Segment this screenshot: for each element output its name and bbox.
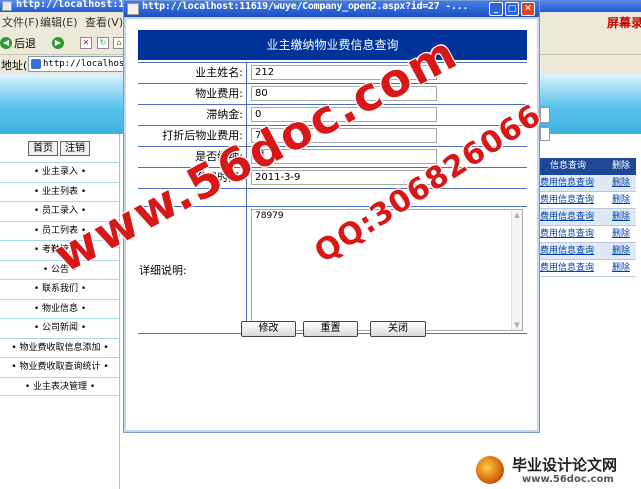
stop-icon[interactable]: ✕ — [80, 37, 92, 49]
edit-button[interactable]: 修改 — [241, 321, 296, 337]
site-nav: 首页 注销 • 业主录入 • • 业主列表 • • 员工录入 • • 员工列表 … — [0, 134, 120, 489]
popup-content: 业主缴纳物业费信息查询 业主姓名: 212 物业费用: 80 滞纳金: 0 打折… — [126, 19, 537, 430]
nav-item-contact[interactable]: • 联系我们 • — [0, 279, 120, 299]
nav-item-notice[interactable]: • 公告 • — [0, 259, 120, 280]
paid-field[interactable]: 是 — [251, 149, 437, 164]
form-row-pay-date: 缴费时间: 2011-3-9 — [138, 167, 527, 188]
bg-input-box — [540, 107, 550, 123]
page-icon — [31, 59, 41, 69]
browser-title: http://localhost:11 — [16, 0, 131, 10]
form-row-property-fee: 物业费用: 80 — [138, 83, 527, 104]
delete-link[interactable]: 删除 — [612, 260, 630, 277]
query-link[interactable]: 费用信息查询 — [540, 226, 606, 243]
minimize-icon[interactable]: _ — [489, 2, 503, 16]
query-link[interactable]: 费用信息查询 — [540, 192, 606, 209]
query-link[interactable]: 费用信息查询 — [540, 175, 606, 192]
nav-item-staff-list[interactable]: • 员工列表 • — [0, 220, 120, 241]
form-row-spacer — [138, 188, 527, 207]
form-row-discounted-fee: 打折后物业费用: 70 — [138, 125, 527, 146]
delete-link[interactable]: 删除 — [612, 175, 630, 192]
menu-view[interactable]: 查看(V) — [85, 14, 123, 30]
nav-item-owner-list[interactable]: • 业主列表 • — [0, 181, 120, 202]
delete-link[interactable]: 删除 — [612, 209, 630, 226]
discounted-fee-label: 打折后物业费用: — [138, 126, 247, 146]
nav-item-staff-entry[interactable]: • 员工录入 • — [0, 201, 120, 221]
menu-edit[interactable]: 编辑(E) — [40, 14, 78, 30]
form-row-owner-name: 业主姓名: 212 — [138, 62, 527, 83]
scroll-down-icon[interactable]: ▼ — [512, 320, 522, 330]
logo-watermark: 毕业设计论文网 www.56doc.com — [472, 452, 638, 488]
form-row-late-fee: 滞纳金: 0 — [138, 104, 527, 125]
menu-file[interactable]: 文件(F) — [2, 14, 39, 30]
logout-button[interactable]: 注销 — [60, 141, 90, 156]
delete-link[interactable]: 删除 — [612, 192, 630, 209]
back-label: 后退 — [14, 37, 36, 50]
bg-table-header: 删除 — [610, 158, 636, 175]
delete-link[interactable]: 删除 — [612, 226, 630, 243]
logo-url: www.56doc.com — [522, 474, 614, 485]
form-title: 业主缴纳物业费信息查询 — [138, 30, 527, 60]
detail-textarea[interactable]: 78979 ▲ ▼ — [251, 209, 523, 331]
bg-table-header: 信息查询 — [540, 158, 610, 175]
query-link[interactable]: 费用信息查询 — [540, 260, 606, 277]
form-row-detail: 详细说明: 78979 ▲ ▼ — [138, 206, 527, 334]
nav-item-fee-add[interactable]: • 物业费收取信息添加 • — [0, 337, 120, 358]
form-row-paid: 是否缴纳: 是 — [138, 146, 527, 167]
ie-icon — [2, 1, 12, 11]
nav-item-company-news[interactable]: • 公司新闻 • — [0, 318, 120, 338]
logo-icon — [476, 456, 504, 484]
popup-title: http://localhost:11619/wuye/Company_open… — [142, 1, 469, 12]
logo-text: 毕业设计论文网 — [512, 456, 618, 474]
detail-label: 详细说明: — [138, 207, 247, 334]
close-button[interactable]: 关闭 — [370, 321, 426, 337]
popup-window: http://localhost:11619/wuye/Company_open… — [123, 0, 540, 433]
nav-item-property-info[interactable]: • 物业信息 • — [0, 298, 120, 319]
property-fee-label: 物业费用: — [138, 84, 247, 104]
spacer-label — [138, 189, 247, 207]
late-fee-field[interactable]: 0 — [251, 107, 437, 122]
query-link[interactable]: 费用信息查询 — [540, 209, 606, 226]
nav-item-attendance[interactable]: • 考勤管理 • — [0, 240, 120, 260]
back-arrow-icon: ◀ — [0, 37, 12, 49]
forward-arrow-icon[interactable]: ▶ — [52, 37, 64, 49]
close-icon[interactable]: ✕ — [521, 2, 535, 16]
owner-name-field[interactable]: 212 — [251, 65, 437, 80]
paid-label: 是否缴纳: — [138, 147, 247, 167]
pay-date-label: 缴费时间: — [138, 168, 247, 188]
maximize-icon[interactable]: □ — [505, 2, 519, 16]
scroll-up-icon[interactable]: ▲ — [512, 210, 522, 220]
query-link[interactable]: 费用信息查询 — [540, 243, 606, 260]
late-fee-label: 滞纳金: — [138, 105, 247, 125]
address-input[interactable]: http://localhost: — [28, 56, 128, 72]
delete-link[interactable]: 删除 — [612, 243, 630, 260]
back-button[interactable]: ◀ 后退 — [0, 35, 36, 51]
detail-text: 78979 — [255, 211, 284, 221]
site-header-text: 屏幕录 — [607, 16, 641, 30]
home-button[interactable]: 首页 — [28, 141, 58, 156]
reset-button[interactable]: 重置 — [303, 321, 358, 337]
popup-titlebar[interactable]: http://localhost:11619/wuye/Company_open… — [124, 1, 539, 17]
textarea-scrollbar[interactable]: ▲ ▼ — [511, 210, 522, 330]
nav-item-fee-stats[interactable]: • 物业费收取查询统计 • — [0, 357, 120, 377]
bg-input-box — [540, 127, 550, 141]
discounted-fee-field[interactable]: 70 — [251, 128, 437, 143]
pay-date-field[interactable]: 2011-3-9 — [251, 170, 437, 185]
property-fee-field[interactable]: 80 — [251, 86, 437, 101]
owner-name-label: 业主姓名: — [138, 63, 247, 83]
ie-icon — [127, 3, 139, 15]
nav-item-owner-vote[interactable]: • 业主表决管理 • — [0, 376, 120, 396]
nav-item-owner-entry[interactable]: • 业主录入 • — [0, 162, 120, 182]
refresh-icon[interactable]: ↻ — [97, 37, 109, 49]
